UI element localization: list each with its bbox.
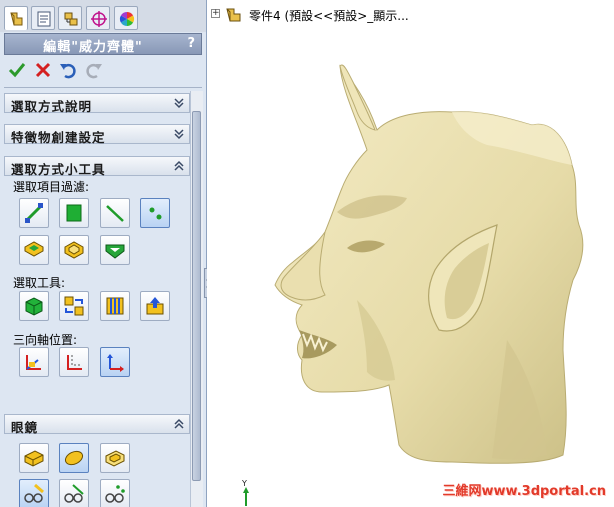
axis-corner-icon — [67, 355, 82, 370]
site-watermark: 三維网www.3dportal.cn — [442, 484, 606, 499]
crosshair-icon — [91, 11, 107, 27]
demon-head-model[interactable] — [207, 0, 614, 507]
chevron-up-icon — [174, 418, 184, 429]
group-feature-setting-label: 特徵物創建設定 — [11, 130, 106, 145]
panel-scrollbar-thumb[interactable] — [192, 111, 201, 481]
glasses-line-icon — [64, 484, 84, 503]
chevron-down-icon — [174, 129, 184, 140]
feature-tree-icon — [10, 12, 23, 26]
group-select-tools[interactable]: 選取方式小工具 — [4, 156, 190, 177]
group-select-tools-label: 選取方式小工具 — [11, 162, 106, 177]
filter-body-button[interactable] — [19, 235, 49, 265]
color-wheel-icon — [119, 11, 135, 27]
redo-button[interactable] — [84, 60, 104, 80]
configuration-manager-tab[interactable] — [58, 6, 82, 30]
filter-curves-button[interactable] — [100, 198, 130, 228]
filter-label: 選取項目過濾: — [13, 180, 90, 194]
glasses-view-3-button[interactable] — [100, 479, 130, 507]
green-cube-icon — [25, 297, 43, 316]
property-manager-tab[interactable] — [31, 6, 55, 30]
glasses-view-1-button[interactable] — [19, 479, 49, 507]
arrow-up-grid-icon — [146, 297, 164, 315]
check-icon — [8, 63, 26, 78]
axis-arrows-icon — [107, 354, 124, 372]
undo-icon — [60, 63, 76, 79]
glasses-dots-icon — [105, 485, 125, 503]
header-divider — [4, 87, 202, 88]
axis-triad-icon — [26, 355, 41, 370]
feature-filter-icon — [105, 244, 125, 259]
axis-corner-button[interactable] — [59, 347, 89, 377]
grid-select-tool-button[interactable] — [100, 291, 130, 321]
glasses-view-2-button[interactable] — [59, 479, 89, 507]
reference-triad: Y — [241, 479, 249, 506]
surface-filter-icon — [64, 241, 84, 259]
curve-filter-icon — [106, 205, 124, 222]
edge-filter-icon — [24, 203, 44, 223]
swap-grid-icon — [64, 296, 84, 316]
axis-center-button[interactable] — [100, 347, 130, 377]
swap-select-tool-button[interactable] — [59, 291, 89, 321]
filter-faces-button[interactable] — [59, 198, 89, 228]
glasses-icon — [24, 483, 44, 503]
filter-vertices-button[interactable] — [140, 198, 170, 228]
yellow-box-icon — [24, 450, 44, 467]
ok-button[interactable] — [7, 60, 27, 80]
graphics-area[interactable]: + 零件4 (預設<<預設>_顯示... Y 三維网www.3dportal.c… — [207, 0, 614, 507]
group-select-help-label: 選取方式說明 — [11, 99, 93, 114]
group-feature-setting[interactable]: 特徵物創建設定 — [4, 124, 190, 145]
yellow-ellipse-icon — [64, 450, 84, 466]
property-sheet-icon — [37, 11, 51, 27]
dimxpert-tab[interactable] — [86, 6, 110, 30]
property-manager-content: 選取方式說明 特徵物創建設定 選取方式小工具 選取項目過濾: 選取工具: 三向軸… — [4, 91, 190, 507]
display-manager-tab[interactable] — [114, 6, 138, 30]
glasses-hollow-box-button[interactable] — [100, 443, 130, 473]
select-solid-tool-button[interactable] — [19, 291, 49, 321]
panel-scrollbar[interactable] — [190, 91, 203, 507]
group-glasses[interactable]: 眼鏡 — [4, 414, 190, 435]
select-tools-label: 選取工具: — [13, 276, 66, 290]
property-manager-title: 編輯"威力齊體" — [43, 40, 143, 55]
triad-y-label: Y — [241, 479, 247, 488]
configuration-icon — [64, 12, 78, 26]
help-button[interactable]: ? — [187, 36, 195, 51]
filter-edges-button[interactable] — [19, 198, 49, 228]
close-icon — [35, 62, 51, 78]
body-filter-icon — [24, 241, 44, 257]
group-glasses-label: 眼鏡 — [11, 420, 39, 435]
glasses-box-button[interactable] — [19, 443, 49, 473]
property-manager-title-bar: 編輯"威力齊體" ? — [4, 33, 202, 55]
confirm-action-row — [4, 58, 202, 84]
upload-select-tool-button[interactable] — [140, 291, 170, 321]
chevron-up-icon — [174, 160, 184, 171]
group-select-help[interactable]: 選取方式說明 — [4, 93, 190, 114]
chevron-down-icon — [174, 98, 184, 109]
undo-button[interactable] — [58, 60, 78, 80]
vertex-filter-icon — [149, 207, 162, 220]
cancel-button[interactable] — [33, 60, 53, 80]
manager-tab-bar — [0, 0, 206, 32]
redo-icon — [86, 63, 102, 79]
glasses-ellipse-button[interactable] — [59, 443, 89, 473]
hollow-box-icon — [105, 450, 125, 467]
feature-manager-tab[interactable] — [4, 6, 28, 30]
face-filter-icon — [66, 204, 82, 222]
axis-origin-button[interactable] — [19, 347, 49, 377]
property-manager-panel: 編輯"威力齊體" ? 選取方式說明 特徵物創建設定 選取方式小工具 選取項目過濾… — [0, 0, 207, 507]
axis-position-label: 三向軸位置: — [13, 333, 78, 347]
grid-columns-icon — [106, 297, 124, 315]
filter-surface-button[interactable] — [59, 235, 89, 265]
filter-feature-button[interactable] — [100, 235, 130, 265]
